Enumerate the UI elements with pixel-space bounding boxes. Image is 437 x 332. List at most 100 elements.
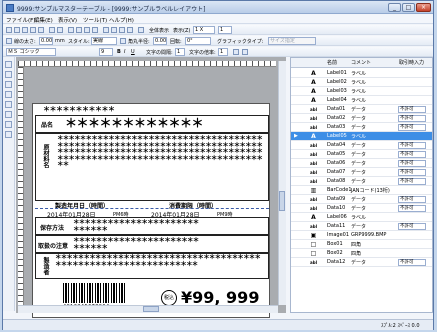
order-icon[interactable] bbox=[127, 27, 133, 33]
underline-button[interactable]: U bbox=[131, 49, 135, 55]
object-row[interactable]: abl Data09 データ 不許可 bbox=[291, 195, 432, 204]
input-permission-select[interactable]: 不許可 bbox=[398, 160, 426, 167]
canvas-vertical-scrollbar[interactable] bbox=[278, 61, 286, 305]
save-icon[interactable] bbox=[22, 27, 28, 33]
object-row[interactable]: abl Data06 データ 不許可 bbox=[291, 159, 432, 168]
copy-icon[interactable] bbox=[76, 27, 82, 33]
object-row[interactable]: ▥ BarCode1 JANコード(13桁) bbox=[291, 186, 432, 195]
open-icon[interactable] bbox=[14, 27, 20, 33]
object-row[interactable]: abl Data02 データ 不許可 bbox=[291, 114, 432, 123]
input-permission-select[interactable]: 不許可 bbox=[398, 205, 426, 212]
ingredients-value[interactable]: ＊＊＊＊＊＊＊＊＊＊＊＊＊＊＊＊＊＊＊＊＊＊＊＊＊＊＊＊＊＊＊＊＊＊＊＊＊＊＊＊… bbox=[57, 135, 265, 197]
menu-help[interactable]: ヘルプ(H) bbox=[109, 16, 134, 24]
line-tool-icon[interactable] bbox=[5, 111, 12, 118]
data-tool-icon[interactable] bbox=[5, 81, 12, 88]
menu-edit[interactable]: 編集(E) bbox=[34, 16, 53, 24]
vertical-scroll-thumb[interactable] bbox=[279, 191, 285, 211]
graphic-type-select[interactable]: サイズ指定 bbox=[268, 37, 316, 45]
input-permission-select[interactable]: 不許可 bbox=[398, 169, 426, 176]
object-row[interactable]: abl Data04 データ 不許可 bbox=[291, 141, 432, 150]
object-row[interactable]: ▶ A Label05 ラベル bbox=[291, 132, 432, 141]
zoom-select[interactable]: 1 X bbox=[193, 26, 215, 34]
menu-tools[interactable]: ツール(T) bbox=[83, 16, 107, 24]
item-name-title[interactable]: 品名 bbox=[41, 120, 53, 129]
input-permission-select[interactable]: 不許可 bbox=[398, 124, 426, 131]
fit-height-icon[interactable] bbox=[242, 49, 248, 55]
column-name-header[interactable]: 名前 bbox=[327, 59, 337, 66]
input-permission-select[interactable]: 不許可 bbox=[398, 151, 426, 158]
zoom-icon[interactable] bbox=[138, 27, 144, 33]
maximize-button[interactable]: □ bbox=[402, 3, 415, 12]
font-select[interactable]: ＭＳ ゴシック bbox=[6, 48, 56, 56]
zoom-value-select[interactable]: 1 bbox=[218, 26, 232, 34]
object-row[interactable]: abl Data12 データ 不許可 bbox=[291, 258, 432, 267]
object-row[interactable]: A Label02 ラベル bbox=[291, 78, 432, 87]
fit-icon[interactable] bbox=[233, 49, 239, 55]
object-row[interactable]: □ Box01 四角 bbox=[291, 240, 432, 249]
corner-icon[interactable] bbox=[120, 38, 126, 44]
minimize-button[interactable]: _ bbox=[388, 3, 401, 12]
view-all-label[interactable]: 全体表示 bbox=[149, 27, 169, 34]
object-row[interactable]: A Label03 ラベル bbox=[291, 87, 432, 96]
maker-title[interactable]: 製造者 bbox=[41, 257, 50, 275]
column-input-header[interactable]: 取引時入力 bbox=[399, 59, 424, 66]
horizontal-scroll-thumb[interactable] bbox=[143, 306, 159, 312]
close-button[interactable]: × bbox=[416, 3, 431, 12]
box-tool-icon[interactable] bbox=[5, 101, 12, 108]
tax-included-badge[interactable]: 税込 bbox=[161, 290, 177, 306]
storage-title[interactable]: 保存方法 bbox=[40, 223, 64, 232]
object-row[interactable]: abl Data11 データ 不許可 bbox=[291, 222, 432, 231]
circle-tool-icon[interactable] bbox=[5, 131, 12, 138]
item-name-value[interactable]: ＊＊＊＊＊＊＊＊＊＊＊＊ bbox=[65, 117, 263, 130]
top-asterisk-line[interactable]: ＊＊＊＊＊＊＊＊＊＊＊ bbox=[43, 106, 123, 113]
handling-value[interactable]: ＊＊＊＊＊＊＊＊＊＊＊＊＊＊＊＊＊＊＊＊＊＊＊＊＊＊＊＊ bbox=[73, 237, 203, 252]
cut-icon[interactable] bbox=[68, 27, 74, 33]
column-comment-header[interactable]: コメント bbox=[351, 59, 371, 66]
move-icon[interactable] bbox=[103, 27, 109, 33]
menu-view[interactable]: 表示(V) bbox=[58, 16, 77, 24]
italic-button[interactable]: I bbox=[124, 49, 125, 55]
object-row[interactable]: □ Box02 四角 bbox=[291, 249, 432, 258]
maker-value[interactable]: ＊＊＊＊＊＊＊＊＊＊＊＊＊＊＊＊＊＊＊＊＊＊＊＊＊＊＊＊＊＊＊＊＊＊＊＊＊＊＊＊… bbox=[55, 254, 265, 278]
font-size-select[interactable]: 9 bbox=[99, 48, 113, 56]
image-tool-icon[interactable] bbox=[5, 121, 12, 128]
bold-button[interactable]: B bbox=[117, 49, 121, 55]
frame-width-input[interactable]: 0.00 bbox=[39, 37, 53, 45]
object-row[interactable]: abl Data08 データ 不許可 bbox=[291, 177, 432, 186]
input-permission-select[interactable]: 不許可 bbox=[398, 259, 426, 266]
object-row[interactable]: abl Data01 データ 不許可 bbox=[291, 105, 432, 114]
input-permission-select[interactable]: 不許可 bbox=[398, 196, 426, 203]
new-icon[interactable] bbox=[6, 27, 12, 33]
object-row[interactable]: ▣ Image01 GRP9999.BMP bbox=[291, 231, 432, 240]
input-permission-select[interactable]: 不許可 bbox=[398, 115, 426, 122]
undo-icon[interactable] bbox=[49, 27, 55, 33]
handling-title[interactable]: 取扱の注意 bbox=[38, 241, 68, 250]
ingredients-title[interactable]: 原材料名 bbox=[41, 144, 50, 168]
align-icon[interactable] bbox=[119, 27, 125, 33]
object-row[interactable]: A Label06 ラベル bbox=[291, 213, 432, 222]
canvas-horizontal-scrollbar[interactable] bbox=[18, 305, 278, 313]
label-layout[interactable]: ＊＊＊＊＊＊＊＊＊＊＊ 品名 ＊＊＊＊＊＊＊＊＊＊＊＊ 原材料名 ＊＊＊＊＊＊＊… bbox=[32, 103, 270, 318]
grid-icon[interactable] bbox=[111, 27, 117, 33]
redo-icon[interactable] bbox=[57, 27, 63, 33]
paste-icon[interactable] bbox=[84, 27, 90, 33]
input-permission-select[interactable]: 不許可 bbox=[398, 223, 426, 230]
style-select[interactable]: 実線 bbox=[91, 37, 117, 45]
object-row[interactable]: A Label01 ラベル bbox=[291, 69, 432, 78]
barcode-tool-icon[interactable] bbox=[5, 91, 12, 98]
pointer-tool-icon[interactable] bbox=[5, 61, 12, 68]
jan-barcode[interactable] bbox=[63, 283, 127, 303]
input-permission-select[interactable]: 不許可 bbox=[398, 106, 426, 113]
char-rate-input[interactable]: 1 bbox=[218, 48, 228, 56]
text-tool-icon[interactable] bbox=[5, 71, 12, 78]
radius-input[interactable]: 0.00 bbox=[153, 37, 167, 45]
rotation-select[interactable]: 0° bbox=[185, 37, 211, 45]
object-row[interactable]: abl Data05 データ 不許可 bbox=[291, 150, 432, 159]
object-row[interactable]: abl Data07 データ 不許可 bbox=[291, 168, 432, 177]
char-spacing-input[interactable]: 1 bbox=[175, 48, 185, 56]
input-permission-select[interactable]: 不許可 bbox=[398, 178, 426, 185]
print-icon[interactable] bbox=[30, 27, 36, 33]
storage-value[interactable]: ＊＊＊＊＊＊＊＊＊＊＊＊＊＊＊＊＊＊＊＊＊＊＊＊＊＊＊＊ bbox=[73, 219, 203, 234]
preview-icon[interactable] bbox=[38, 27, 44, 33]
bold-line-icon[interactable] bbox=[6, 38, 12, 44]
